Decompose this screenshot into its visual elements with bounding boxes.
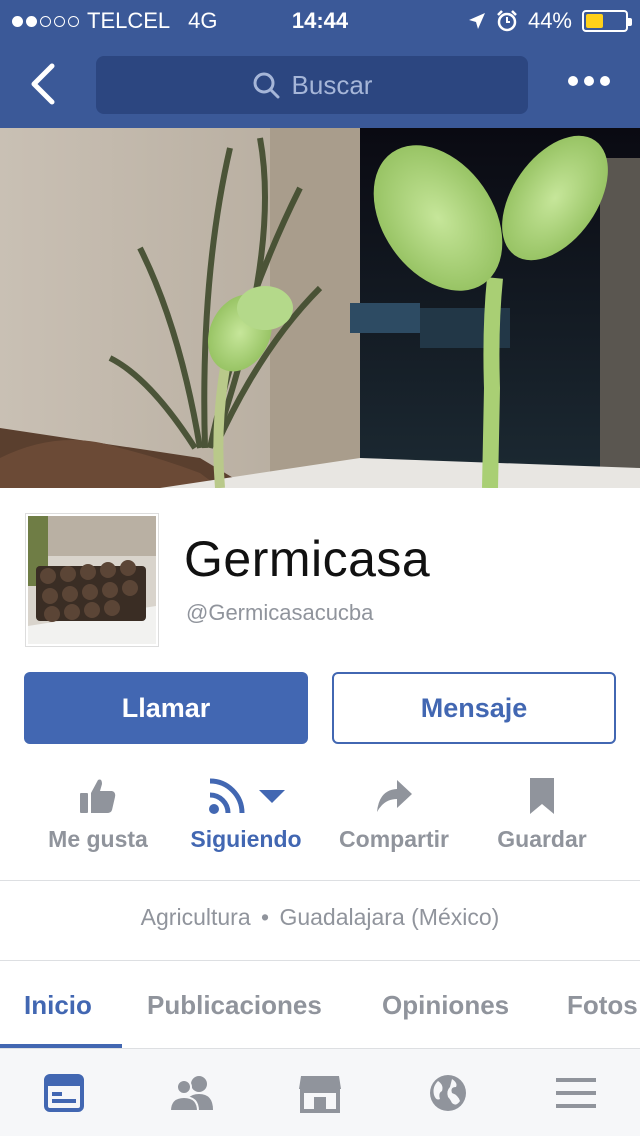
back-button[interactable] <box>20 58 68 110</box>
thumbs-up-icon <box>80 779 116 813</box>
menu-icon <box>556 1078 596 1108</box>
search-placeholder: Buscar <box>291 69 373 100</box>
tab-posts[interactable]: Publicaciones <box>147 990 322 1021</box>
share-button[interactable]: Compartir <box>314 770 474 853</box>
bookmark-icon <box>530 778 554 814</box>
bottom-tab-marketplace[interactable] <box>296 1069 344 1117</box>
save-label: Guardar <box>497 826 587 852</box>
divider <box>0 960 640 961</box>
separator-dot: • <box>261 904 270 930</box>
tab-home[interactable]: Inicio <box>24 990 92 1021</box>
caret-down-icon <box>259 790 285 803</box>
page-info: Agricultura • Guadalajara (México) <box>0 904 640 931</box>
status-bar: TELCEL 4G 14:44 44% <box>0 0 640 40</box>
globe-icon <box>430 1075 466 1111</box>
tab-photos[interactable]: Fotos <box>567 990 638 1021</box>
search-bar[interactable]: Buscar <box>96 56 528 114</box>
tab-reviews[interactable]: Opiniones <box>382 990 509 1021</box>
battery-icon <box>582 10 632 32</box>
more-options-button[interactable] <box>568 76 610 86</box>
navigation-bar: Buscar <box>0 40 640 128</box>
share-label: Compartir <box>339 826 449 852</box>
facebook-page-screen: TELCEL 4G 14:44 44% Buscar Germicasa @Ge… <box>0 0 640 1136</box>
page-category[interactable]: Agricultura <box>141 904 251 930</box>
like-label: Me gusta <box>48 826 148 852</box>
page-title: Germicasa <box>184 531 431 587</box>
marketplace-icon <box>299 1076 341 1113</box>
status-right: 44% <box>468 8 632 34</box>
battery-percent: 44% <box>527 8 572 33</box>
page-handle: @Germicasacucba <box>186 600 374 625</box>
following-label: Siguiendo <box>190 826 302 852</box>
bottom-tab-bar <box>0 1048 640 1136</box>
chevron-left-icon <box>31 63 55 105</box>
rss-icon <box>209 778 245 814</box>
page-tabs: Inicio Publicaciones Opiniones Fotos <box>0 978 640 1048</box>
bottom-tab-friends[interactable] <box>168 1069 216 1117</box>
search-icon <box>253 72 280 99</box>
message-button[interactable]: Mensaje <box>332 672 616 744</box>
page-actions: Me gusta Siguiendo Compartir Guardar <box>0 770 640 870</box>
bottom-tab-news-feed[interactable] <box>40 1069 88 1117</box>
page-location[interactable]: Guadalajara (México) <box>279 904 499 930</box>
friends-icon <box>169 1076 213 1112</box>
alarm-icon <box>497 10 517 32</box>
profile-picture[interactable] <box>26 514 158 646</box>
cover-photo[interactable] <box>0 128 640 488</box>
call-button[interactable]: Llamar <box>24 672 308 744</box>
location-arrow-icon <box>468 13 485 29</box>
divider <box>0 880 640 881</box>
like-button[interactable]: Me gusta <box>18 770 178 853</box>
bottom-tab-notifications[interactable] <box>424 1069 472 1117</box>
share-icon <box>377 780 412 812</box>
save-button[interactable]: Guardar <box>462 770 622 853</box>
bottom-tab-menu[interactable] <box>552 1069 600 1117</box>
news-feed-icon <box>44 1074 84 1112</box>
following-button[interactable]: Siguiendo <box>166 770 326 853</box>
